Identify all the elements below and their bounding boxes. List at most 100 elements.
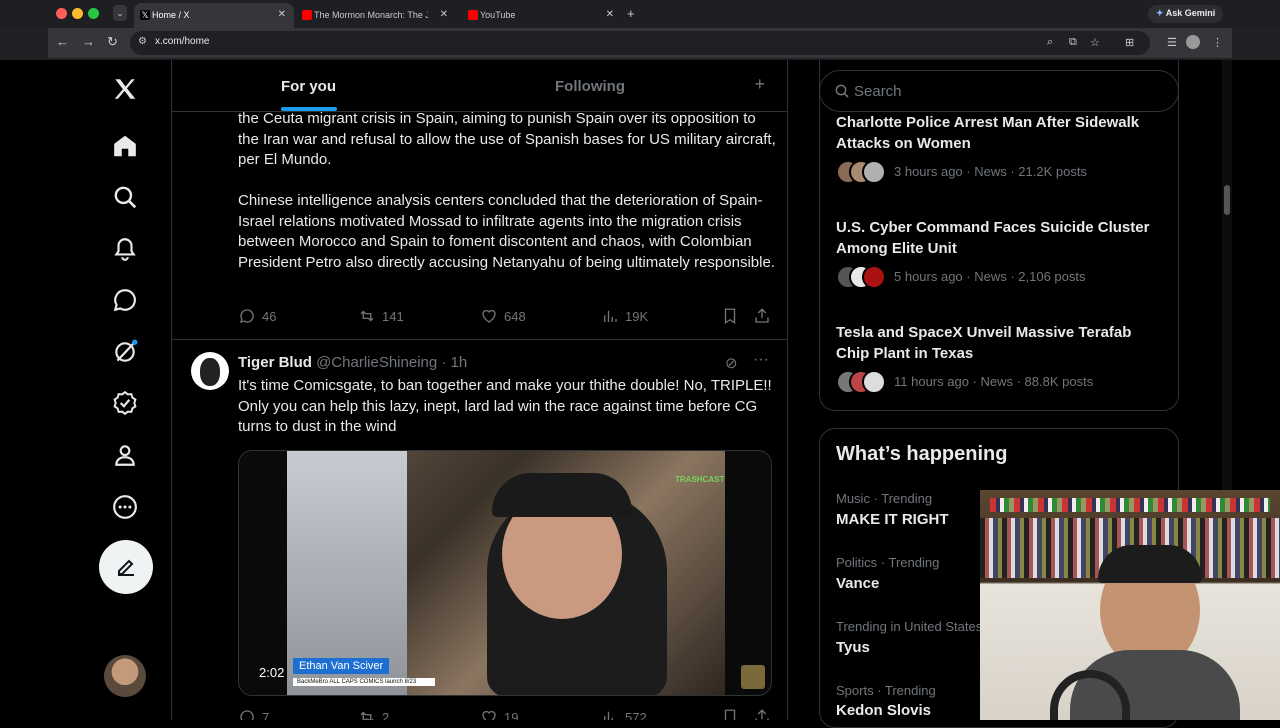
views-button[interactable]: 572 xyxy=(601,708,647,720)
tab-mormon-monarch[interactable]: The Mormon Monarch: The Ji ✕ xyxy=(296,3,456,28)
explore-search-icon[interactable] xyxy=(103,175,147,219)
share-button[interactable] xyxy=(753,307,771,325)
timeline: For you Following + the Ceuta migrant cr… xyxy=(171,60,788,720)
news-item-title[interactable]: U.S. Cyber Command Faces Suicide Cluster… xyxy=(836,218,1166,259)
views-icon xyxy=(604,310,617,322)
repost-button[interactable]: 2 xyxy=(358,708,389,720)
video-channel-badge xyxy=(741,665,765,689)
view-count: 572 xyxy=(625,709,647,721)
maximize-window-button[interactable] xyxy=(88,8,99,19)
toolbar: ← → ↻ ⚙ x.com/home ⌕ ⧉ ☆ ⊞ ☰ ⋮ xyxy=(48,28,1232,58)
share-button[interactable] xyxy=(753,708,771,720)
share-icon xyxy=(755,709,769,720)
site-info-icon[interactable]: ⚙ xyxy=(138,36,147,47)
author-handle[interactable]: @CharlieShineing xyxy=(316,354,437,371)
tab-following[interactable]: Following xyxy=(445,60,735,112)
post-actions: 7 2 19 572 xyxy=(238,708,778,720)
video-name-tag: Ethan Van Sciver xyxy=(293,658,390,674)
x-logo-icon[interactable] xyxy=(103,67,147,111)
grok-icon[interactable] xyxy=(103,330,147,374)
tab-search-button[interactable]: ⌄ xyxy=(113,5,127,21)
reading-list-icon[interactable]: ☰ xyxy=(1167,36,1177,49)
forward-button[interactable]: → xyxy=(82,34,95,49)
views-icon xyxy=(604,711,617,720)
compose-post-button[interactable] xyxy=(99,540,153,594)
back-button[interactable]: ← xyxy=(56,34,69,49)
like-button[interactable]: 19 xyxy=(480,708,518,720)
news-avatars xyxy=(836,265,886,289)
bookmark-icon xyxy=(724,308,736,325)
profile-icon[interactable] xyxy=(103,433,147,477)
repost-button[interactable]: 141 xyxy=(358,307,404,325)
streamer-cap xyxy=(1098,545,1202,583)
x-logo-icon: 𝕏 xyxy=(140,10,150,20)
tab-home-x[interactable]: 𝕏 Home / X ✕ xyxy=(134,3,294,28)
close-tab-icon[interactable]: ✕ xyxy=(606,9,614,20)
menu-kebab-icon[interactable]: ⋮ xyxy=(1212,36,1223,49)
author-name[interactable]: Tiger Blud xyxy=(238,354,312,371)
notifications-bell-icon[interactable] xyxy=(103,227,147,271)
new-tab-button[interactable]: + xyxy=(627,6,635,21)
view-count: 19K xyxy=(625,308,649,324)
compose-icon xyxy=(118,559,134,576)
search-input[interactable]: Search xyxy=(819,70,1179,112)
more-icon[interactable] xyxy=(103,485,147,529)
zoom-icon[interactable]: ⌕ xyxy=(1047,36,1053,49)
ask-gemini-button[interactable]: ✦ Ask Gemini xyxy=(1148,5,1224,23)
post-time[interactable]: · 1h xyxy=(441,354,467,371)
trend-item[interactable]: Tyus xyxy=(836,639,870,656)
video-caption: BackMeBro ALL CAPS COMICS launch 8/23 xyxy=(293,678,435,686)
tab-for-you[interactable]: For you xyxy=(172,60,445,112)
minimize-window-button[interactable] xyxy=(72,8,83,19)
verified-icon[interactable] xyxy=(103,381,147,425)
youtube-icon xyxy=(468,10,478,20)
address-bar[interactable]: ⚙ x.com/home ⌕ ⧉ ☆ ⊞ xyxy=(130,31,1150,55)
news-item-title[interactable]: Tesla and SpaceX Unveil Massive Terafab … xyxy=(836,323,1166,364)
trend-item[interactable]: Kedon Slovis xyxy=(836,702,931,719)
add-feed-button[interactable]: + xyxy=(754,74,765,95)
heart-icon xyxy=(482,710,496,720)
close-window-button[interactable] xyxy=(56,8,67,19)
post-actions: 46 141 648 19K xyxy=(238,307,778,327)
views-button[interactable]: 19K xyxy=(601,307,648,325)
trend-category: Music · Trending xyxy=(836,491,933,506)
reply-count: 46 xyxy=(262,308,277,324)
share-icon xyxy=(755,308,769,323)
scrollbar-thumb[interactable] xyxy=(1224,185,1230,215)
like-button[interactable]: 648 xyxy=(480,307,526,325)
trashcast-logo: TRASHCAST xyxy=(675,475,725,484)
more-options-icon[interactable]: ··· xyxy=(753,351,769,369)
extensions-icon[interactable]: ⊞ xyxy=(1125,36,1134,49)
post-text: the Ceuta migrant crisis in Spain, aimin… xyxy=(238,110,776,169)
bookmark-button[interactable] xyxy=(721,307,739,325)
profile-avatar-icon[interactable] xyxy=(1186,35,1200,49)
home-icon[interactable] xyxy=(103,124,147,168)
trend-category: Politics · Trending xyxy=(836,555,940,570)
video-player[interactable]: TRASHCAST 2:02 Ethan Van Sciver BackMeBr… xyxy=(238,450,772,696)
bookmark-star-icon[interactable]: ☆ xyxy=(1090,36,1100,49)
section-title: What’s happening xyxy=(836,443,1008,465)
trend-item[interactable]: MAKE IT RIGHT xyxy=(836,511,949,528)
account-avatar[interactable] xyxy=(104,655,146,697)
tab-youtube[interactable]: YouTube ✕ xyxy=(462,3,622,28)
bookmark-button[interactable] xyxy=(721,708,739,720)
messages-icon[interactable] xyxy=(103,278,147,322)
author-avatar[interactable] xyxy=(191,352,229,390)
reply-button[interactable]: 46 xyxy=(238,307,276,325)
like-count: 19 xyxy=(504,709,519,721)
trend-item[interactable]: Vance xyxy=(836,575,879,592)
url-text[interactable]: x.com/home xyxy=(155,36,209,47)
repost-icon xyxy=(360,310,374,322)
ask-gemini-label: Ask Gemini xyxy=(1165,8,1216,18)
news-item-meta: 11 hours ago · News · 88.8K posts xyxy=(894,374,1094,389)
close-tab-icon[interactable]: ✕ xyxy=(440,9,448,20)
repost-count: 2 xyxy=(382,709,390,721)
close-tab-icon[interactable]: ✕ xyxy=(278,9,286,20)
install-app-icon[interactable]: ⧉ xyxy=(1069,36,1077,49)
news-item-title[interactable]: Charlotte Police Arrest Man After Sidewa… xyxy=(836,113,1166,154)
reload-button[interactable]: ↻ xyxy=(107,34,118,50)
news-item-meta: 5 hours ago · News · 2,106 posts xyxy=(894,269,1086,284)
reply-button[interactable]: 7 xyxy=(238,708,269,720)
search-placeholder: Search xyxy=(854,83,902,100)
grok-analyze-icon[interactable]: ⊘ xyxy=(725,354,738,372)
